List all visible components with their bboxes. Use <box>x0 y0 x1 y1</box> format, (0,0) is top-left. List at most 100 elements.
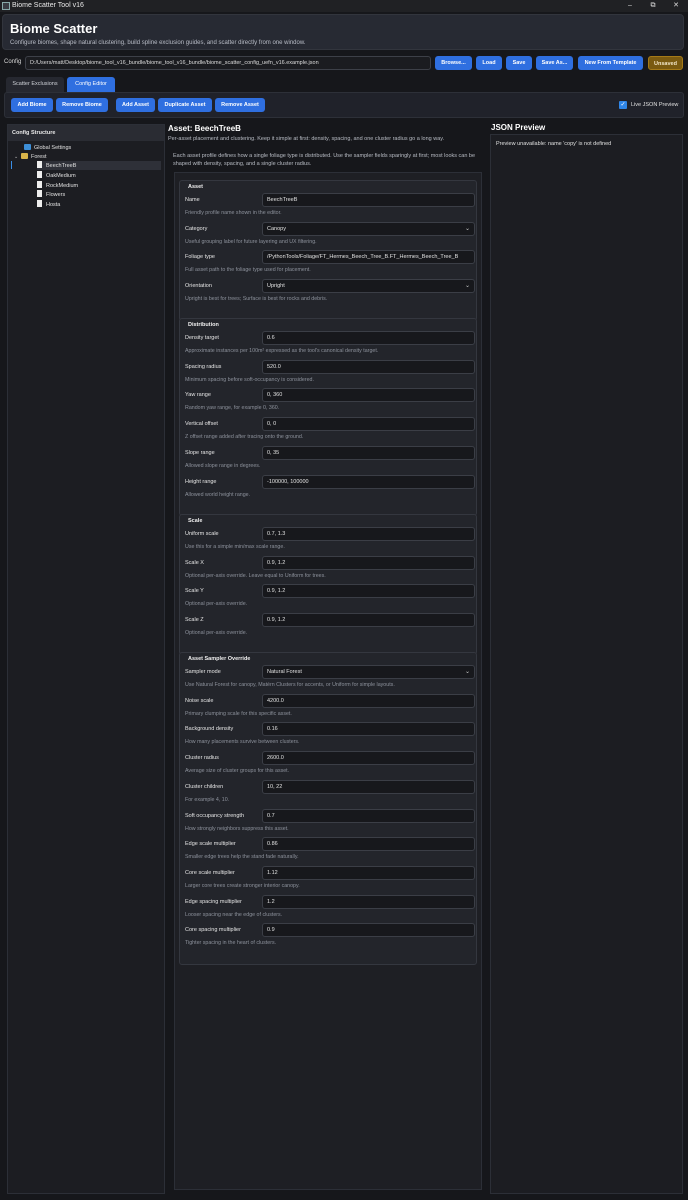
json-preview-pane: Preview unavailable: name 'copy' is not … <box>490 134 683 1194</box>
config-row: Config D:/Users/matt/Desktop/biome_tool_… <box>0 54 688 72</box>
add-asset-button[interactable]: Add Asset <box>116 98 155 112</box>
duplicate-asset-button[interactable]: Duplicate Asset <box>158 98 212 112</box>
section-title: Distribution <box>188 322 219 328</box>
field-input[interactable]: 0.9, 1.2 <box>262 613 475 628</box>
field-input[interactable]: 1.2 <box>262 894 475 909</box>
field-label: Yaw range <box>185 392 211 399</box>
window-title: Biome Scatter Tool v16 <box>12 2 84 9</box>
field-value: Natural Forest <box>267 669 302 675</box>
field-select[interactable]: Canopy ⌄ <box>262 221 475 236</box>
tree-item-asset[interactable]: RockMedium <box>37 181 78 190</box>
remove-asset-button[interactable]: Remove Asset <box>215 98 265 112</box>
field-label: Scale Z <box>185 617 204 624</box>
tree-item-label: Forest <box>31 154 47 160</box>
field-input[interactable]: 0.86 <box>262 837 475 852</box>
field-label: Edge spacing multiplier <box>185 898 242 905</box>
field-label: Category <box>185 225 208 232</box>
field-label: Core spacing multiplier <box>185 927 241 934</box>
field-value: 0, 360 <box>267 392 283 399</box>
live-preview-checkbox[interactable]: ✓ <box>619 101 627 109</box>
field-input[interactable]: 0.9, 1.2 <box>262 584 475 599</box>
section-title: Scale <box>188 518 203 524</box>
section-title: Asset Sampler Override <box>188 656 251 662</box>
form-section: Asset Sampler Override Sampler mode Natura… <box>179 652 477 965</box>
minimize-icon[interactable]: – <box>620 0 640 12</box>
field-value: 0.6 <box>267 335 275 341</box>
field-value: 0, 0 <box>267 421 277 428</box>
tab-scatter-exclusions[interactable]: Scatter Exclusions <box>6 77 64 92</box>
tree-item-asset[interactable]: BeechTreeB <box>37 161 161 170</box>
field-value: 1.2 <box>267 898 275 905</box>
config-label: Config <box>4 59 22 65</box>
remove-biome-button[interactable]: Remove Biome <box>56 98 108 112</box>
field-help: Optional per-axis override. <box>185 601 248 608</box>
globe-icon <box>24 144 31 150</box>
field-value: 2600.0 <box>267 755 284 762</box>
field-label: Edge scale multiplier <box>185 841 236 848</box>
field-help: Primary clumping scale for this specific… <box>185 710 292 717</box>
field-label: Vertical offset <box>185 421 218 428</box>
field-input[interactable]: 0.16 <box>262 722 475 737</box>
field-input[interactable]: 10, 22 <box>262 779 475 794</box>
save-button[interactable]: Save <box>506 56 532 70</box>
field-value: 520.0 <box>267 363 281 370</box>
selection-indicator <box>11 161 12 169</box>
field-input[interactable]: 0.7 <box>262 808 475 823</box>
field-input[interactable]: 2600.0 <box>262 751 475 766</box>
field-input[interactable]: 1.12 <box>262 865 475 880</box>
field-value: -100000, 100000 <box>267 478 309 485</box>
tab-config-editor[interactable]: Config Editor <box>67 77 115 92</box>
add-biome-button[interactable]: Add Biome <box>11 98 53 112</box>
field-value: /PythonTools/Foliage/FT_Hermes_Beech_Tre… <box>267 254 459 261</box>
field-help: For example 4, 10. <box>185 796 230 803</box>
close-icon[interactable]: ✕ <box>666 0 686 12</box>
tree-item-label: BeechTreeB <box>46 163 77 169</box>
field-input[interactable]: 0, 35 <box>262 445 475 460</box>
field-select[interactable]: Upright ⌄ <box>262 279 475 294</box>
field-help: Upright is best for trees; Surface is be… <box>185 296 328 303</box>
field-input[interactable]: 520.0 <box>262 359 475 374</box>
field-label: Scale Y <box>185 588 204 595</box>
form-section: Scale Uniform scale 0.7, 1.3 Use this for a… <box>179 514 477 655</box>
tree-item-asset[interactable]: Flowers <box>37 190 65 199</box>
field-input[interactable]: -100000, 100000 <box>262 474 475 489</box>
field-label: Scale X <box>185 559 204 566</box>
chevron-down-icon[interactable]: ⌄ <box>465 666 470 678</box>
load-button[interactable]: Load <box>476 56 502 70</box>
tree-item-global-settings[interactable]: Global Settings <box>24 144 71 153</box>
live-preview-label: Live JSON Preview <box>631 102 679 108</box>
field-input[interactable]: 0.7, 1.3 <box>262 527 475 541</box>
tree-item-label: Global Settings <box>34 145 72 151</box>
field-input[interactable]: BeechTreeB <box>262 193 475 207</box>
field-input[interactable]: 4200.0 <box>262 693 475 708</box>
chevron-down-icon[interactable]: ⌄ <box>14 153 21 162</box>
field-value: BeechTreeB <box>267 197 298 203</box>
field-help: How strongly neighbors suppress this ass… <box>185 825 289 832</box>
tree-item-asset[interactable]: Hosta <box>37 200 60 209</box>
field-select[interactable]: Natural Forest ⌄ <box>262 665 475 679</box>
json-preview-title: JSON Preview <box>491 123 546 132</box>
field-input[interactable]: 0.9 <box>262 923 475 938</box>
field-help: Optional per-axis override. <box>185 630 248 637</box>
field-value: 0.7, 1.3 <box>267 531 286 537</box>
field-help: Use Natural Forest for canopy, Matérn Cl… <box>185 682 395 688</box>
field-value: 0.16 <box>267 726 278 733</box>
config-path-input[interactable]: D:/Users/matt/Desktop/biome_tool_v16_bun… <box>25 56 431 70</box>
chevron-down-icon[interactable]: ⌄ <box>465 223 470 235</box>
maximize-icon[interactable]: ⧉ <box>643 0 663 12</box>
field-value: 0.9 <box>267 927 275 934</box>
form-section: Asset Name BeechTreeB Friendly profile name… <box>179 180 477 321</box>
unsaved-status-badge: Unsaved <box>648 56 683 70</box>
field-help: Random yaw range, for example 0, 360. <box>185 405 280 412</box>
field-input[interactable]: 0, 360 <box>262 388 475 403</box>
chevron-down-icon[interactable]: ⌄ <box>465 280 470 292</box>
tree-item-asset[interactable]: OakMedium <box>37 171 76 180</box>
field-input[interactable]: 0.9, 1.2 <box>262 555 475 570</box>
new-from-template-button[interactable]: New From Template <box>578 56 643 70</box>
tree-item-label: Flowers <box>46 192 66 198</box>
field-input[interactable]: 0, 0 <box>262 417 475 432</box>
field-input[interactable]: /PythonTools/Foliage/FT_Hermes_Beech_Tre… <box>262 250 475 265</box>
field-input[interactable]: 0.6 <box>262 331 475 345</box>
save-as-button[interactable]: Save As... <box>536 56 573 70</box>
browse-button[interactable]: Browse... <box>435 56 472 70</box>
